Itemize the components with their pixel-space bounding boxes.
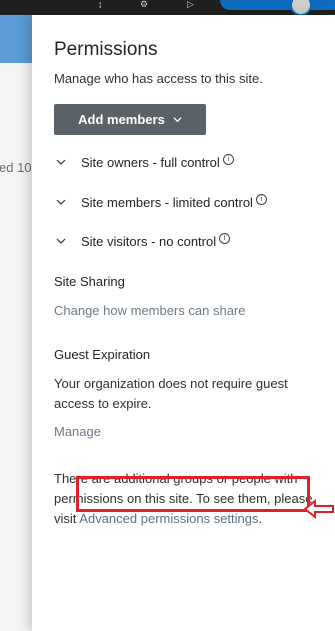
- avatar[interactable]: [290, 0, 312, 16]
- annotation-arrow-icon: [304, 499, 334, 519]
- panel-description: Manage who has access to this site.: [54, 71, 263, 86]
- group-label: Site members - limited control: [81, 194, 253, 210]
- info-icon[interactable]: i: [219, 232, 231, 244]
- info-icon[interactable]: i: [255, 193, 267, 205]
- info-icon[interactable]: i: [222, 153, 234, 165]
- guest-expiration-text: Your organization does not require guest…: [54, 376, 288, 411]
- manage-link[interactable]: Manage: [54, 424, 101, 439]
- toolbar-icon[interactable]: ↨: [98, 0, 103, 9]
- add-members-label: Add members: [78, 112, 165, 127]
- group-label: Site owners - full control: [81, 154, 220, 170]
- group-site-owners[interactable]: Site owners - full control i: [54, 152, 234, 172]
- group-site-visitors[interactable]: Site visitors - no control i: [54, 231, 231, 251]
- site-sharing-heading: Site Sharing: [54, 274, 125, 289]
- advanced-permissions-link[interactable]: Advanced permissions settings: [79, 511, 258, 526]
- settings-icon[interactable]: ⚙: [140, 0, 148, 9]
- background-page: ed 10: [0, 15, 32, 631]
- group-site-members[interactable]: Site members - limited control i: [54, 192, 267, 212]
- app-top-bar: ↨ ⚙ ▷: [0, 0, 335, 16]
- screen: ↨ ⚙ ▷ ed 10 Permissions Manage who has a…: [0, 0, 335, 631]
- highlight-box: [76, 476, 310, 512]
- account-pill[interactable]: [220, 0, 335, 10]
- chevron-down-icon[interactable]: [56, 157, 66, 167]
- change-sharing-link[interactable]: Change how members can share: [54, 303, 246, 318]
- background-text-fragment: ed 10: [0, 160, 32, 175]
- panel-title: Permissions: [54, 39, 158, 60]
- chevron-down-icon[interactable]: [56, 197, 66, 207]
- chevron-down-icon[interactable]: [56, 236, 66, 246]
- permissions-panel: Permissions Manage who has access to thi…: [32, 15, 335, 631]
- add-members-button[interactable]: Add members: [54, 104, 206, 135]
- group-label: Site visitors - no control: [81, 233, 217, 249]
- background-header-band: [0, 15, 32, 63]
- guest-expiration-heading: Guest Expiration: [54, 347, 151, 362]
- additional-suffix: .: [258, 511, 263, 526]
- chevron-down-icon: [173, 117, 182, 123]
- play-icon[interactable]: ▷: [187, 0, 194, 9]
